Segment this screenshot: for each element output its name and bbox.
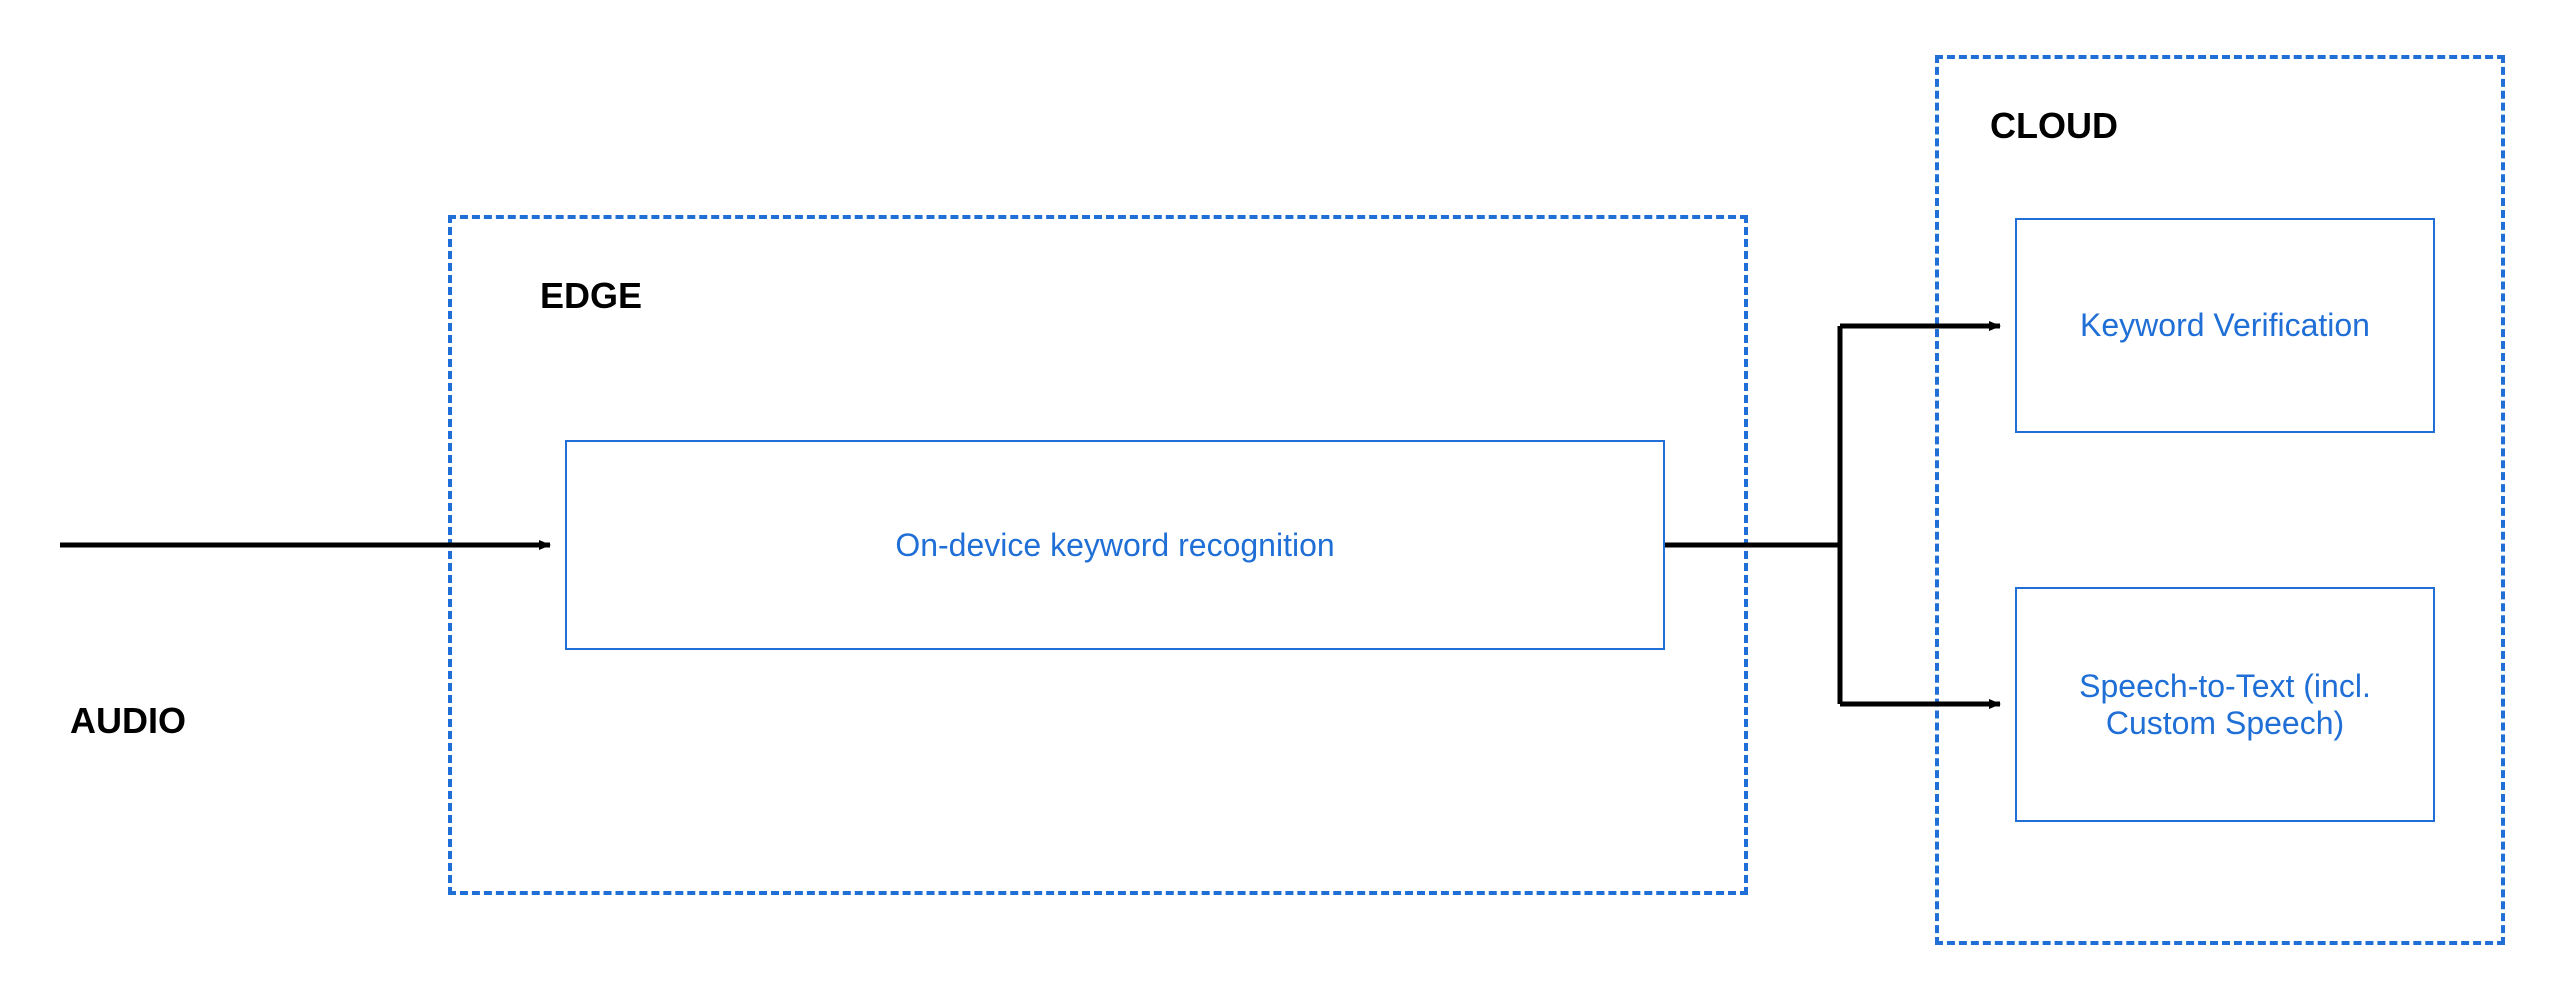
edge-label: EDGE [540, 275, 642, 317]
audio-label: AUDIO [70, 700, 186, 742]
diagram-canvas: { "labels": { "audio": "AUDIO", "edge": … [0, 0, 2575, 983]
cloud-box-keyword-verification: Keyword Verification [2015, 218, 2435, 433]
cloud-box-speech-to-text: Speech-to-Text (incl. Custom Speech) [2015, 587, 2435, 822]
cloud-label: CLOUD [1990, 105, 2118, 147]
edge-box-on-device-keyword-recognition: On-device keyword recognition [565, 440, 1665, 650]
